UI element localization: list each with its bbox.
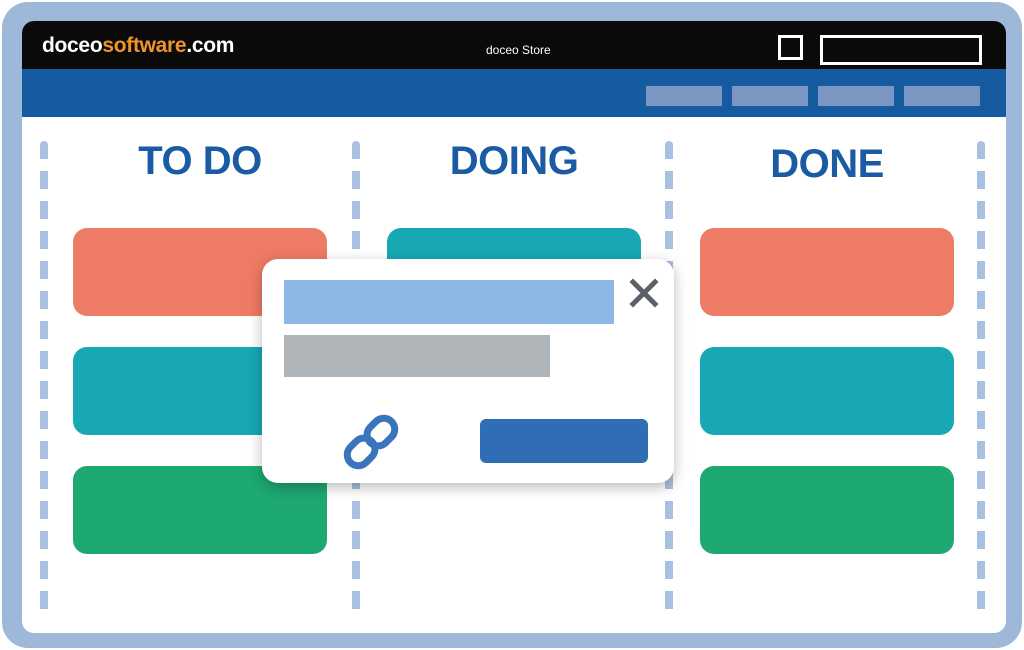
search-input[interactable] <box>820 35 982 65</box>
column-divider <box>40 141 48 621</box>
column-title-doing: DOING <box>449 139 579 183</box>
link-button[interactable] <box>338 409 404 475</box>
brand-accent: software <box>102 34 187 57</box>
done-card-1[interactable] <box>700 228 954 316</box>
window-title: doceo Store <box>486 43 551 57</box>
column-divider <box>977 141 985 621</box>
done-card-3[interactable] <box>700 466 954 554</box>
done-card-2[interactable] <box>700 347 954 435</box>
nav-button-1[interactable] <box>646 86 722 106</box>
nav-button-3[interactable] <box>818 86 894 106</box>
column-title-done: DONE <box>770 142 884 186</box>
title-bar: doceosoftware.com doceo Store <box>22 21 1006 69</box>
dialog-confirm-button[interactable] <box>480 419 648 463</box>
nav-button-4[interactable] <box>904 86 980 106</box>
nav-button-2[interactable] <box>732 86 808 106</box>
brand-logo[interactable]: doceosoftware.com <box>42 34 234 58</box>
window-control-square[interactable] <box>778 35 803 60</box>
brand-prefix: doceo <box>42 34 103 57</box>
close-button[interactable] <box>628 277 660 309</box>
dialog-title-field[interactable] <box>284 280 614 324</box>
dialog-description-field[interactable] <box>284 335 550 377</box>
brand-suffix: .com <box>186 34 235 57</box>
nav-bar <box>22 69 1006 117</box>
close-icon <box>629 278 659 308</box>
card-dialog <box>262 259 674 483</box>
link-icon <box>343 414 399 470</box>
column-title-todo: TO DO <box>138 139 262 183</box>
